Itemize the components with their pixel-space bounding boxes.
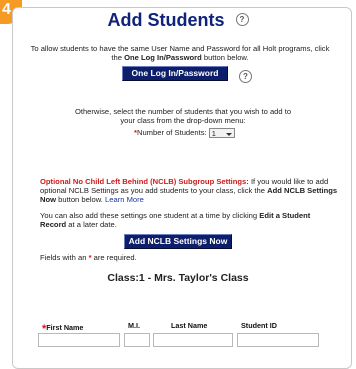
first-name-input[interactable] [38,333,120,347]
nclb-text-end: button below. [58,195,103,204]
one-at-a-time-paragraph: You can also add these settings one stud… [40,211,330,229]
column-header-mi: M.I. [128,321,140,330]
required-note-text-end: are required. [93,253,137,262]
first-name-label: First Name [46,323,84,332]
column-header-last-name: Last Name [171,321,208,330]
dropdown-arrow-icon [225,133,232,136]
intro-text-end: button below. [203,53,249,62]
required-note-asterisk: * [88,253,92,262]
mi-input[interactable] [124,333,150,347]
last-name-input[interactable] [153,333,233,347]
column-header-first-name: *First Name [42,321,84,335]
one-login-button[interactable]: One Log In/Password [122,66,228,81]
page-title-row: Add Students ? [0,10,356,31]
one-at-a-time-text: You can also add these settings one stud… [40,211,258,220]
number-of-students-select[interactable]: 1 [208,128,235,138]
intro-bold-text: One Log In/Password [124,53,202,62]
required-note: Fields with an * are required. [40,253,240,262]
page-title: Add Students [107,10,225,30]
help-icon[interactable]: ? [235,12,249,26]
number-of-students-value: 1 [211,129,216,138]
intro-paragraph: To allow students to have the same User … [30,44,330,62]
nclb-heading: Optional No Child Left Behind (NCLB) Sub… [40,177,249,186]
student-id-input[interactable] [237,333,319,347]
otherwise-text: Otherwise, select the number of students… [74,107,292,125]
number-of-students-row: *Number of Students: 1 [134,128,274,138]
learn-more-link[interactable]: Learn More [105,195,144,204]
required-note-text: Fields with an [40,253,87,262]
add-nclb-settings-button[interactable]: Add NCLB Settings Now [124,234,232,249]
nclb-paragraph: Optional No Child Left Behind (NCLB) Sub… [40,177,338,204]
number-of-students-label: Number of Students: [136,128,207,137]
one-at-a-time-text-end: at a later date. [68,220,117,229]
class-heading: Class:1 - Mrs. Taylor's Class [107,272,249,284]
help-icon-login[interactable]: ? [239,70,252,83]
column-header-student-id: Student ID [241,321,277,330]
